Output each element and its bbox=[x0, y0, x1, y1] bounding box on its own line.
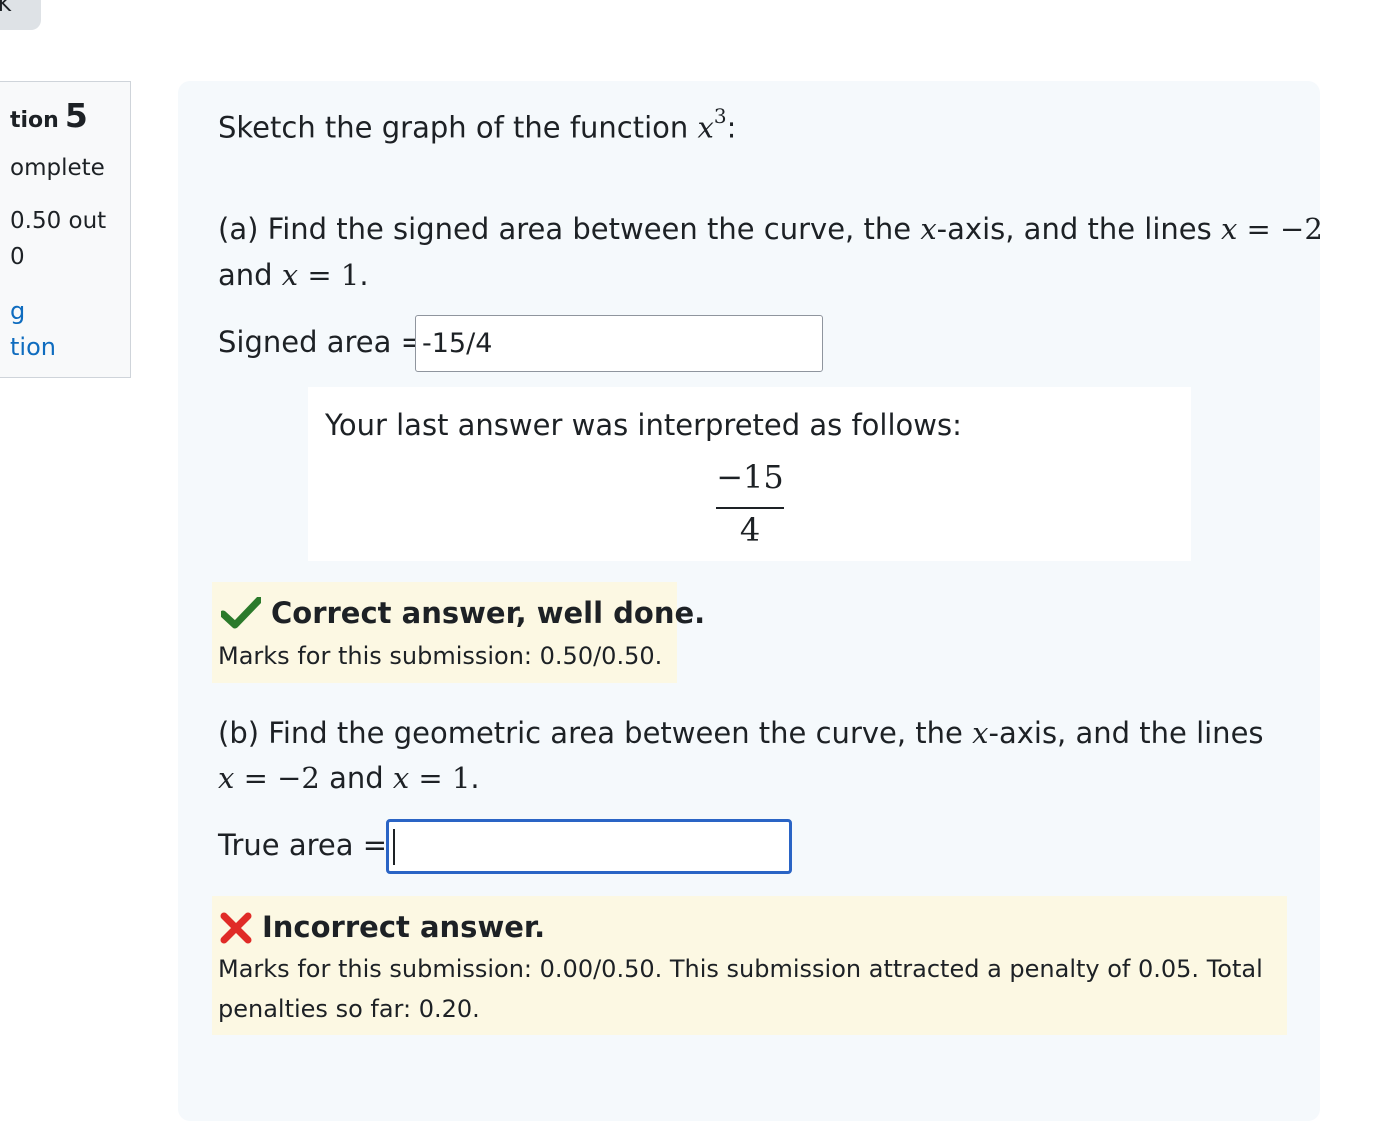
intro-variable: x bbox=[697, 110, 714, 145]
fraction-denominator: 4 bbox=[739, 511, 761, 549]
text-caret bbox=[393, 829, 395, 865]
question-number: 5 bbox=[64, 96, 88, 135]
part-b-prompt-line2: x = −2 and x = 1. bbox=[218, 761, 480, 795]
signed-area-input[interactable] bbox=[415, 315, 823, 372]
feedback-b-marks: Marks for this submission: 0.00/0.50. Th… bbox=[218, 955, 1263, 983]
question-mark-line2: 0 bbox=[10, 244, 25, 270]
part-b-prompt: (b) Find the geometric area between the … bbox=[218, 716, 1264, 750]
question-label: tion bbox=[10, 108, 59, 133]
check-icon bbox=[221, 597, 261, 629]
fraction-bar bbox=[716, 507, 784, 509]
flag-question-link[interactable]: g bbox=[10, 297, 25, 325]
true-area-input[interactable] bbox=[386, 819, 792, 874]
flag-question-link-line2[interactable]: tion bbox=[10, 333, 56, 361]
cross-icon bbox=[220, 912, 252, 944]
true-area-label: True area = bbox=[218, 828, 388, 862]
fraction-numerator: −15 bbox=[716, 458, 784, 496]
feedback-a-title: Correct answer, well done. bbox=[271, 596, 706, 630]
feedback-b-title: Incorrect answer. bbox=[262, 910, 546, 944]
feedback-a-marks: Marks for this submission: 0.50/0.50. bbox=[218, 642, 663, 670]
part-a-prompt-line2: and x = 1. bbox=[218, 258, 369, 292]
back-button-label: K bbox=[0, 0, 12, 16]
question-number-heading: tion 5 bbox=[10, 96, 88, 135]
question-status: omplete bbox=[10, 155, 105, 181]
part-a-prompt: (a) Find the signed area between the cur… bbox=[218, 212, 1323, 246]
signed-area-label: Signed area = bbox=[218, 325, 425, 359]
validation-text: Your last answer was interpreted as foll… bbox=[325, 408, 962, 442]
intro-exponent: 3 bbox=[713, 104, 727, 128]
feedback-b-marks-line2: penalties so far: 0.20. bbox=[218, 995, 480, 1023]
question-intro: Sketch the graph of the function x3: bbox=[218, 104, 737, 145]
question-mark-line1: 0.50 out bbox=[10, 208, 107, 234]
back-button[interactable]: K bbox=[0, 0, 41, 30]
